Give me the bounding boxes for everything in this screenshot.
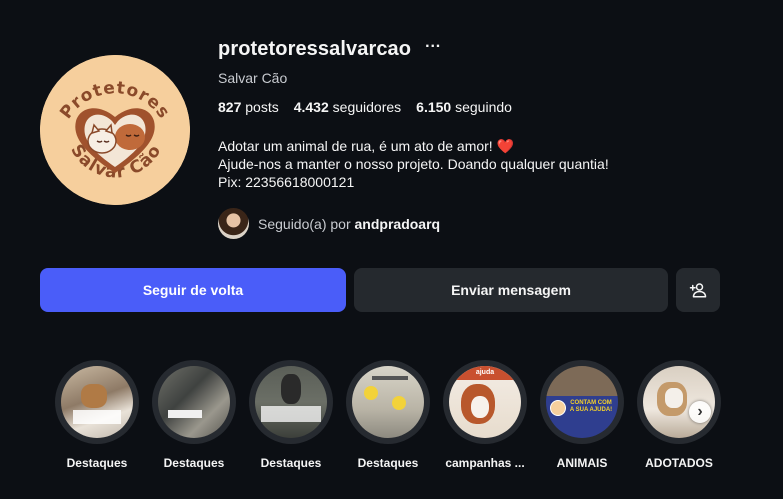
highlight-5[interactable]: ajuda campanhas ... bbox=[443, 360, 527, 470]
full-name: Salvar Cão bbox=[218, 70, 288, 86]
highlight-label: Destaques bbox=[357, 456, 419, 470]
bio-line-2: Ajude-nos a manter o nosso projeto. Doan… bbox=[218, 156, 609, 172]
highlight-ring bbox=[152, 360, 236, 444]
chevron-right-icon: › bbox=[697, 403, 703, 420]
follower-avatar bbox=[218, 208, 249, 239]
followed-by-text: Seguido(a) por andpradoarq bbox=[258, 216, 440, 232]
profile-bio: Adotar um animal de rua, é um ato de amo… bbox=[218, 137, 609, 191]
highlight-2[interactable]: Destaques bbox=[152, 360, 236, 470]
highlight-ring bbox=[55, 360, 139, 444]
username-row: protetoressalvarcao ··· bbox=[218, 38, 441, 61]
followed-by[interactable]: Seguido(a) por andpradoarq bbox=[218, 208, 440, 239]
highlight-1[interactable]: Destaques bbox=[55, 360, 139, 470]
profile-page: Protetores Salvar Cão protetoressalvarca… bbox=[0, 0, 783, 499]
highlight-thumb-caption: ajuda bbox=[449, 366, 521, 380]
highlight-3[interactable]: Destaques bbox=[249, 360, 333, 470]
highlight-ring: CONTAM COM A SUA AJUDA! bbox=[540, 360, 624, 444]
bio-line-1-text: Adotar um animal de rua, é um ato de amo… bbox=[218, 138, 493, 154]
highlight-ring: ajuda bbox=[443, 360, 527, 444]
followers-stat[interactable]: 4.432 seguidores bbox=[294, 99, 401, 115]
highlight-label: ANIMAIS bbox=[556, 456, 608, 470]
highlight-thumb: CONTAM COM A SUA AJUDA! bbox=[546, 366, 618, 438]
avatar-logo-icon: Protetores Salvar Cão bbox=[40, 55, 190, 205]
highlights-next-button[interactable]: › bbox=[689, 401, 711, 423]
highlight-ring bbox=[637, 360, 721, 444]
highlight-label: ADOTADOS bbox=[645, 456, 713, 470]
highlight-6[interactable]: CONTAM COM A SUA AJUDA! ANIMAIS bbox=[540, 360, 624, 470]
following-stat[interactable]: 6.150 seguindo bbox=[416, 99, 512, 115]
follow-back-button[interactable]: Seguir de volta bbox=[40, 268, 346, 312]
highlight-thumb bbox=[255, 366, 327, 438]
followers-count: 4.432 bbox=[293, 99, 329, 115]
highlight-thumb bbox=[61, 366, 133, 438]
more-options-icon[interactable]: ··· bbox=[425, 38, 441, 55]
highlight-ring bbox=[249, 360, 333, 444]
highlight-thumb: ajuda bbox=[449, 366, 521, 438]
posts-label: posts bbox=[245, 99, 279, 115]
followed-by-user: andpradoarq bbox=[354, 215, 441, 232]
posts-count: 827 bbox=[218, 99, 242, 115]
send-message-button[interactable]: Enviar mensagem bbox=[354, 268, 668, 312]
person-add-icon bbox=[689, 283, 707, 298]
highlight-ring bbox=[346, 360, 430, 444]
suggested-accounts-button[interactable] bbox=[676, 268, 720, 312]
followed-by-prefix: Seguido(a) por bbox=[258, 215, 351, 232]
followers-label: seguidores bbox=[332, 99, 402, 115]
highlight-label: campanhas ... bbox=[445, 456, 525, 470]
highlight-thumb bbox=[352, 366, 424, 438]
highlight-label: Destaques bbox=[260, 456, 322, 470]
highlight-thumb bbox=[158, 366, 230, 438]
heart-icon: ❤️ bbox=[496, 138, 515, 154]
following-count: 6.150 bbox=[416, 99, 452, 115]
highlight-label: Destaques bbox=[66, 456, 128, 470]
bio-line-1: Adotar um animal de rua, é um ato de amo… bbox=[218, 137, 609, 155]
highlight-4[interactable]: Destaques bbox=[346, 360, 430, 470]
posts-stat: 827 posts bbox=[218, 99, 279, 115]
bio-line-3: Pix: 22356618000121 bbox=[218, 174, 355, 190]
username: protetoressalvarcao bbox=[218, 38, 412, 60]
highlight-thumb-banner: CONTAM COM A SUA AJUDA! bbox=[569, 400, 613, 413]
following-label: seguindo bbox=[455, 99, 512, 115]
profile-avatar[interactable]: Protetores Salvar Cão bbox=[40, 55, 190, 205]
profile-stats: 827 posts 4.432 seguidores 6.150 seguind… bbox=[218, 99, 512, 115]
highlight-label: Destaques bbox=[163, 456, 225, 470]
